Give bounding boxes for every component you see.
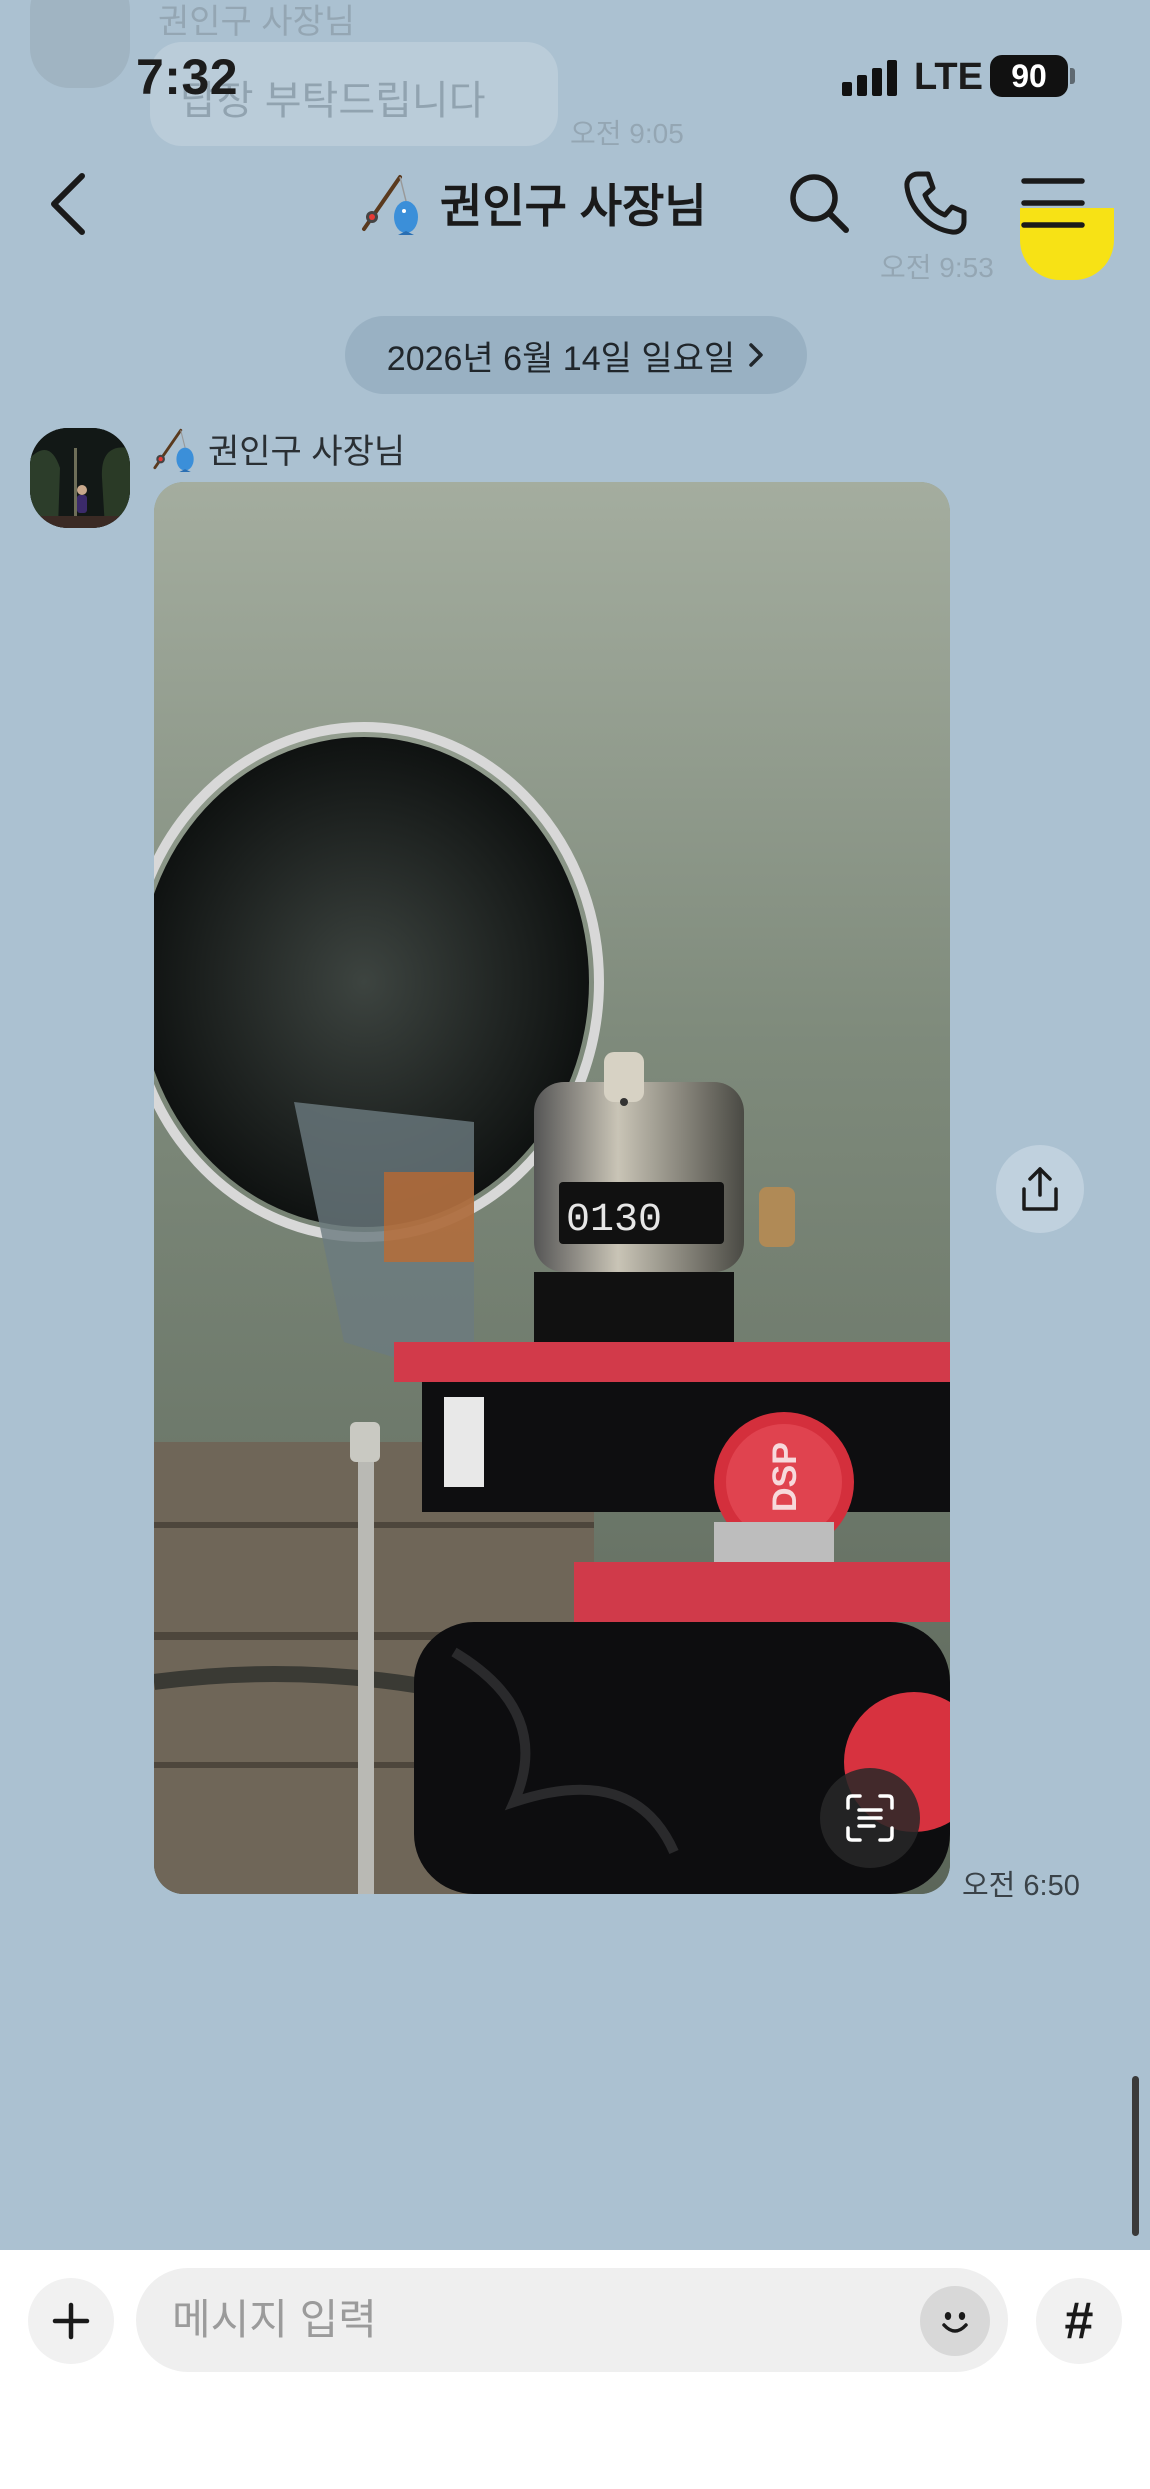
message-input[interactable] [136, 2268, 1008, 2372]
search-icon [790, 174, 849, 233]
avatar[interactable] [30, 428, 130, 528]
ghost-time: 오전 9:05 [570, 118, 684, 149]
ghost-avatar [30, 0, 130, 88]
status-time: 7:32 [136, 49, 239, 105]
scrollbar[interactable] [1132, 2076, 1139, 2236]
avatar-photo [30, 428, 130, 528]
search-button[interactable] [786, 170, 852, 236]
share-icon [1022, 1167, 1058, 1211]
date-divider[interactable]: 2026년 6월 14일 일요일 [345, 316, 807, 394]
battery-indicator: 90 [990, 55, 1068, 97]
message-time: 오전 6:50 [962, 1870, 1080, 1902]
ghost-time: 오전 9:53 [880, 252, 994, 283]
fishing-rod-fish-icon [362, 175, 418, 235]
ghost-sender-name: 권인구 사장님 [158, 3, 356, 41]
signal-strength-icon [842, 60, 898, 96]
menu-button[interactable] [1020, 176, 1086, 230]
chat-title: 권인구 사장님 [440, 180, 707, 232]
hamburger-menu-icon [1021, 178, 1085, 228]
photo-content: 0130 DSP [154, 482, 950, 1894]
back-button[interactable] [44, 168, 100, 240]
emoji-button[interactable] [920, 2286, 990, 2356]
text-scan-button[interactable] [820, 1768, 920, 1868]
hashtag-search-button[interactable]: # [1036, 2278, 1122, 2364]
plus-icon [52, 2302, 90, 2340]
call-button[interactable] [900, 168, 970, 238]
chevron-right-icon [749, 343, 763, 367]
chat-title-area[interactable]: 권인구 사장님 [360, 168, 707, 238]
live-text-scan-icon [846, 1794, 894, 1842]
sender-row: 권인구 사장님 [152, 424, 405, 473]
date-label: 2026년 6월 14일 일요일 [386, 339, 736, 378]
network-type: LTE [914, 56, 983, 98]
counter-digits: 0130 [566, 1198, 662, 1243]
photo-brand-text: DSP [766, 1442, 804, 1512]
chevron-left-icon [51, 173, 85, 235]
phone-icon [904, 171, 967, 235]
photo-message[interactable]: 0130 DSP [154, 482, 950, 1894]
emoji-smile-icon [935, 2301, 975, 2341]
attach-button[interactable] [28, 2278, 114, 2364]
battery-nub [1070, 68, 1075, 84]
share-button[interactable] [996, 1145, 1084, 1233]
sender-name: 권인구 사장님 [208, 433, 406, 471]
fishing-rod-fish-icon [153, 428, 194, 472]
